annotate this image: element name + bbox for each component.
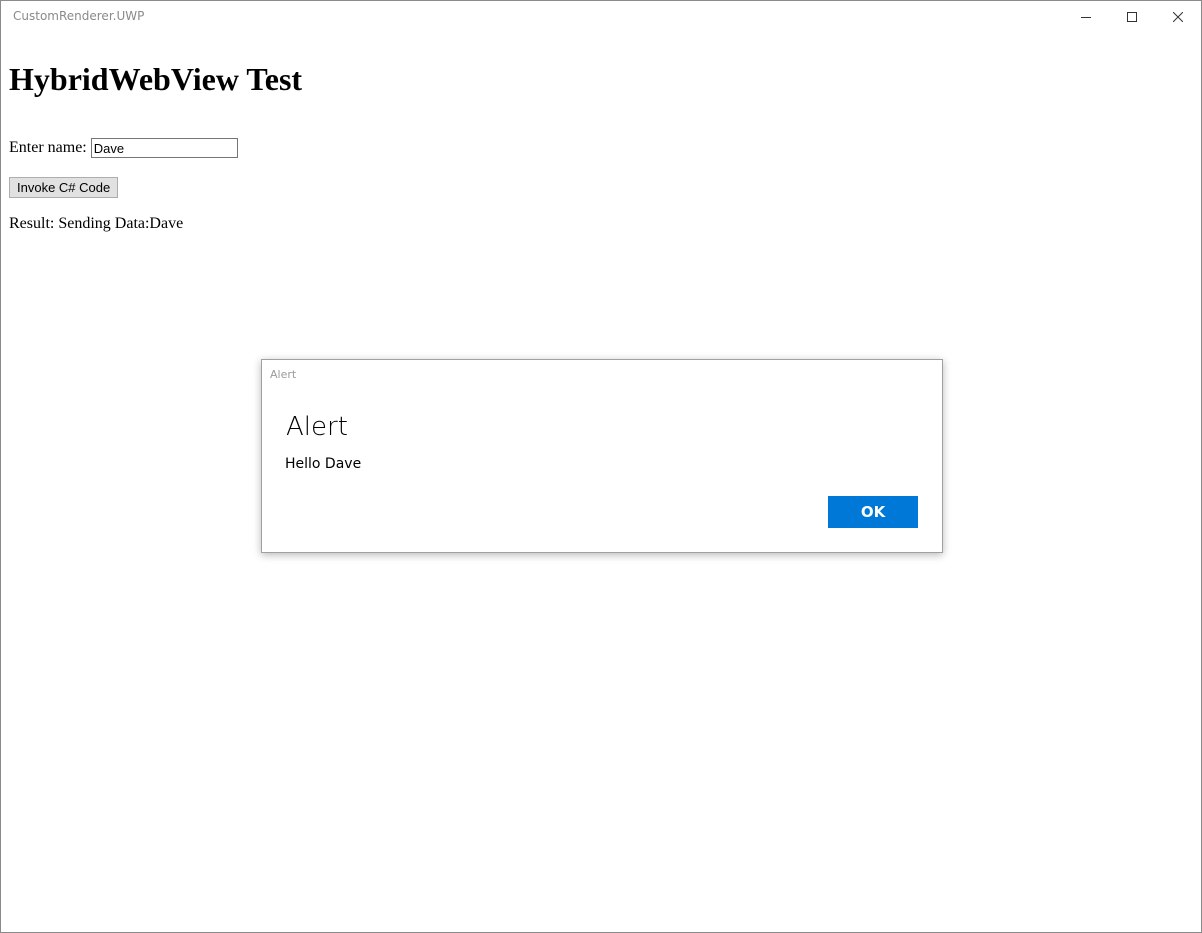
maximize-button[interactable] [1109, 1, 1155, 33]
page-title: HybridWebView Test [9, 61, 303, 97]
alert-dialog: Alert Alert Hello Dave OK [261, 359, 943, 553]
result-text: Result: Sending Data:Dave [9, 215, 184, 232]
close-icon [1173, 12, 1183, 22]
name-row: Enter name: [9, 137, 238, 159]
invoke-csharp-button[interactable]: Invoke C# Code [9, 177, 119, 198]
ok-button[interactable]: OK [828, 496, 918, 528]
maximize-icon [1127, 12, 1137, 22]
dialog-caption: Alert [270, 368, 297, 381]
title-bar[interactable]: CustomRenderer.UWP [1, 1, 1201, 33]
window-title: CustomRenderer.UWP [13, 9, 145, 23]
name-label: Enter name: [9, 139, 87, 156]
dialog-title: Alert [286, 412, 348, 442]
minimize-icon [1081, 17, 1091, 18]
dialog-message: Hello Dave [285, 456, 362, 472]
close-button[interactable] [1155, 1, 1201, 33]
app-window: CustomRenderer.UWP HybridWebView Test En… [0, 0, 1202, 933]
minimize-button[interactable] [1063, 1, 1109, 33]
name-input[interactable] [90, 138, 238, 158]
